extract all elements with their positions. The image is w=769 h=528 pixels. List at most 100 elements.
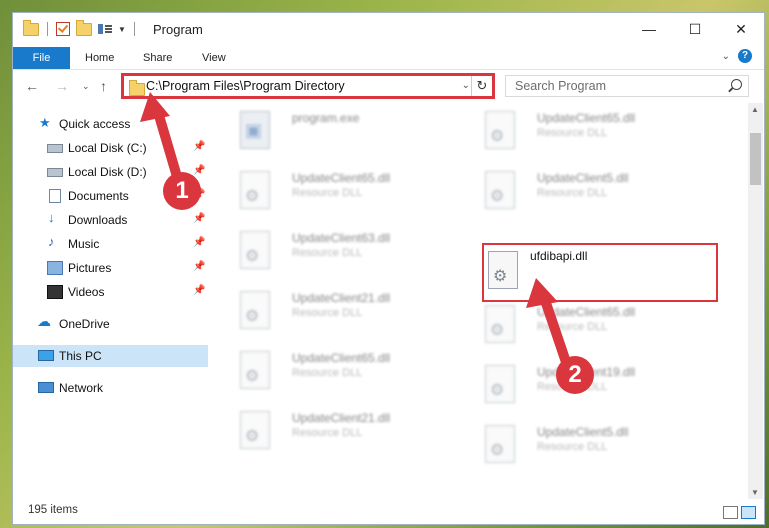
scroll-thumb[interactable] bbox=[750, 133, 761, 185]
onedrive-icon: ☁ bbox=[37, 313, 51, 329]
window-controls: — ☐ ✕ bbox=[626, 13, 764, 45]
dll-file-icon bbox=[485, 305, 515, 343]
search-input[interactable]: Search Program bbox=[515, 79, 606, 93]
file-name: UpdateClient5.dll bbox=[537, 171, 629, 185]
pin-icon[interactable]: 📌 bbox=[193, 213, 205, 224]
sidebar-item-label: Local Disk (C:) bbox=[68, 141, 147, 155]
chevron-down-icon[interactable]: ⌄ bbox=[462, 80, 470, 91]
music-icon: ♪ bbox=[48, 234, 55, 249]
address-bar[interactable]: C:\Program Files\Program Directory ⌄ ↻ bbox=[121, 73, 495, 99]
sidebar-item-label: Downloads bbox=[68, 213, 128, 227]
search-box[interactable]: Search Program bbox=[505, 75, 749, 97]
sidebar-item-music[interactable]: ♪ Music 📌 bbox=[13, 233, 208, 255]
up-button[interactable]: ↑ bbox=[100, 78, 107, 94]
expand-ribbon-icon[interactable]: ⌄ bbox=[722, 51, 730, 62]
file-item[interactable]: program.exe bbox=[230, 105, 460, 157]
recent-locations-button[interactable]: ⌄ bbox=[82, 81, 90, 92]
file-item[interactable]: UpdateClient65.dll Resource DLL bbox=[230, 165, 460, 217]
sidebar-item-label: Documents bbox=[68, 189, 129, 203]
dll-file-icon bbox=[488, 251, 518, 289]
file-type: Resource DLL bbox=[537, 127, 608, 139]
tab-view[interactable]: View bbox=[202, 47, 226, 69]
dll-file-icon bbox=[485, 425, 515, 463]
sidebar-item-quick-access[interactable]: ★ Quick access bbox=[13, 113, 208, 135]
videos-icon bbox=[47, 285, 63, 299]
file-name: UpdateClient65.dll bbox=[292, 351, 391, 365]
sidebar-item-label: Quick access bbox=[59, 117, 131, 131]
dll-file-icon bbox=[240, 231, 270, 269]
file-name: UpdateClient21.dll bbox=[292, 291, 391, 305]
vertical-scrollbar[interactable]: ▲ ▼ bbox=[748, 103, 763, 499]
back-button[interactable]: ← bbox=[25, 78, 39, 94]
maximize-button[interactable]: ☐ bbox=[672, 13, 718, 45]
properties-check-icon[interactable] bbox=[56, 22, 70, 36]
file-item[interactable]: UpdateClient65.dll Resource DLL bbox=[230, 345, 460, 397]
exe-file-icon bbox=[240, 111, 270, 149]
network-icon bbox=[38, 382, 54, 393]
pin-icon[interactable]: 📌 bbox=[193, 285, 205, 296]
file-item[interactable]: UpdateClient21.dll Resource DLL bbox=[230, 285, 460, 337]
pin-icon[interactable]: 📌 bbox=[193, 261, 205, 272]
ribbon-tabs: File Home Share View ⌄ ? bbox=[13, 47, 764, 70]
sidebar-item-downloads[interactable]: ↓ Downloads 📌 bbox=[13, 209, 208, 231]
item-count: 195 items bbox=[28, 504, 78, 516]
file-item[interactable]: UpdateClient65.dll Resource DLL bbox=[475, 105, 705, 157]
refresh-button[interactable]: ↻ bbox=[471, 76, 492, 96]
sidebar-item-local-disk-c[interactable]: Local Disk (C:) 📌 bbox=[13, 137, 208, 159]
toolbar-separator bbox=[133, 22, 135, 36]
dll-file-icon bbox=[240, 351, 270, 389]
navigation-bar: ← → ⌄ ↑ C:\Program Files\Program Directo… bbox=[13, 70, 764, 102]
file-item-ufdibapi[interactable]: ufdibapi.dll bbox=[482, 243, 718, 302]
file-name: program.exe bbox=[292, 111, 360, 125]
navigation-pane: ★ Quick access Local Disk (C:) 📌 Local D… bbox=[13, 111, 208, 501]
help-icon[interactable]: ? bbox=[738, 49, 752, 63]
file-item[interactable]: UpdateClient5.dll Resource DLL bbox=[475, 165, 705, 217]
pictures-icon bbox=[47, 261, 63, 275]
large-icons-view-icon[interactable] bbox=[741, 506, 756, 519]
status-bar: 195 items bbox=[13, 501, 764, 524]
pin-icon[interactable]: 📌 bbox=[193, 237, 205, 248]
file-name: UpdateClient21.dll bbox=[292, 411, 391, 425]
sidebar-item-videos[interactable]: Videos 📌 bbox=[13, 281, 208, 303]
quick-access-toolbar: ▼ bbox=[23, 19, 137, 36]
file-type: Resource DLL bbox=[292, 247, 363, 259]
pin-icon[interactable]: 📌 bbox=[193, 141, 205, 152]
sidebar-item-this-pc[interactable]: This PC bbox=[13, 345, 208, 367]
folder-icon bbox=[129, 80, 145, 96]
dll-file-icon bbox=[485, 111, 515, 149]
tab-home[interactable]: Home bbox=[85, 47, 114, 69]
forward-button[interactable]: → bbox=[55, 78, 69, 94]
details-view-icon[interactable] bbox=[723, 506, 738, 519]
callout-badge-1: 1 bbox=[163, 172, 201, 210]
file-type: Resource DLL bbox=[537, 441, 608, 453]
scroll-down-icon[interactable]: ▼ bbox=[751, 488, 759, 497]
chevron-down-icon[interactable]: ▼ bbox=[118, 25, 126, 34]
sidebar-item-onedrive[interactable]: ☁ OneDrive bbox=[13, 313, 208, 335]
file-name: UpdateClient5.dll bbox=[537, 425, 629, 439]
dll-file-icon bbox=[240, 291, 270, 329]
file-item[interactable]: UpdateClient5.dll Resource DLL bbox=[475, 419, 705, 471]
scroll-up-icon[interactable]: ▲ bbox=[751, 105, 759, 114]
file-name: UpdateClient65.dll bbox=[537, 305, 636, 319]
file-item[interactable]: UpdateClient21.dll Resource DLL bbox=[230, 405, 460, 457]
sidebar-item-label: Local Disk (D:) bbox=[68, 165, 147, 179]
new-folder-icon[interactable] bbox=[76, 19, 92, 36]
file-type: Resource DLL bbox=[537, 187, 608, 199]
properties-icon[interactable] bbox=[98, 23, 112, 35]
sidebar-item-label: Videos bbox=[68, 285, 105, 299]
file-name: UpdateClient65.dll bbox=[537, 111, 636, 125]
folder-icon bbox=[23, 19, 39, 36]
address-path[interactable]: C:\Program Files\Program Directory bbox=[146, 79, 345, 93]
star-icon: ★ bbox=[39, 115, 51, 130]
file-item[interactable]: UpdateClient65.dll Resource DLL bbox=[475, 299, 705, 351]
file-item[interactable]: UpdateClient63.dll Resource DLL bbox=[230, 225, 460, 277]
tab-share[interactable]: Share bbox=[143, 47, 172, 69]
title-bar: ▼ Program — ☐ ✕ bbox=[13, 13, 764, 47]
tab-file[interactable]: File bbox=[13, 47, 70, 69]
pin-icon[interactable]: 📌 bbox=[193, 165, 205, 176]
sidebar-item-label: OneDrive bbox=[59, 317, 110, 331]
minimize-button[interactable]: — bbox=[626, 13, 672, 45]
sidebar-item-network[interactable]: Network bbox=[13, 377, 208, 399]
sidebar-item-pictures[interactable]: Pictures 📌 bbox=[13, 257, 208, 279]
close-button[interactable]: ✕ bbox=[718, 13, 764, 45]
